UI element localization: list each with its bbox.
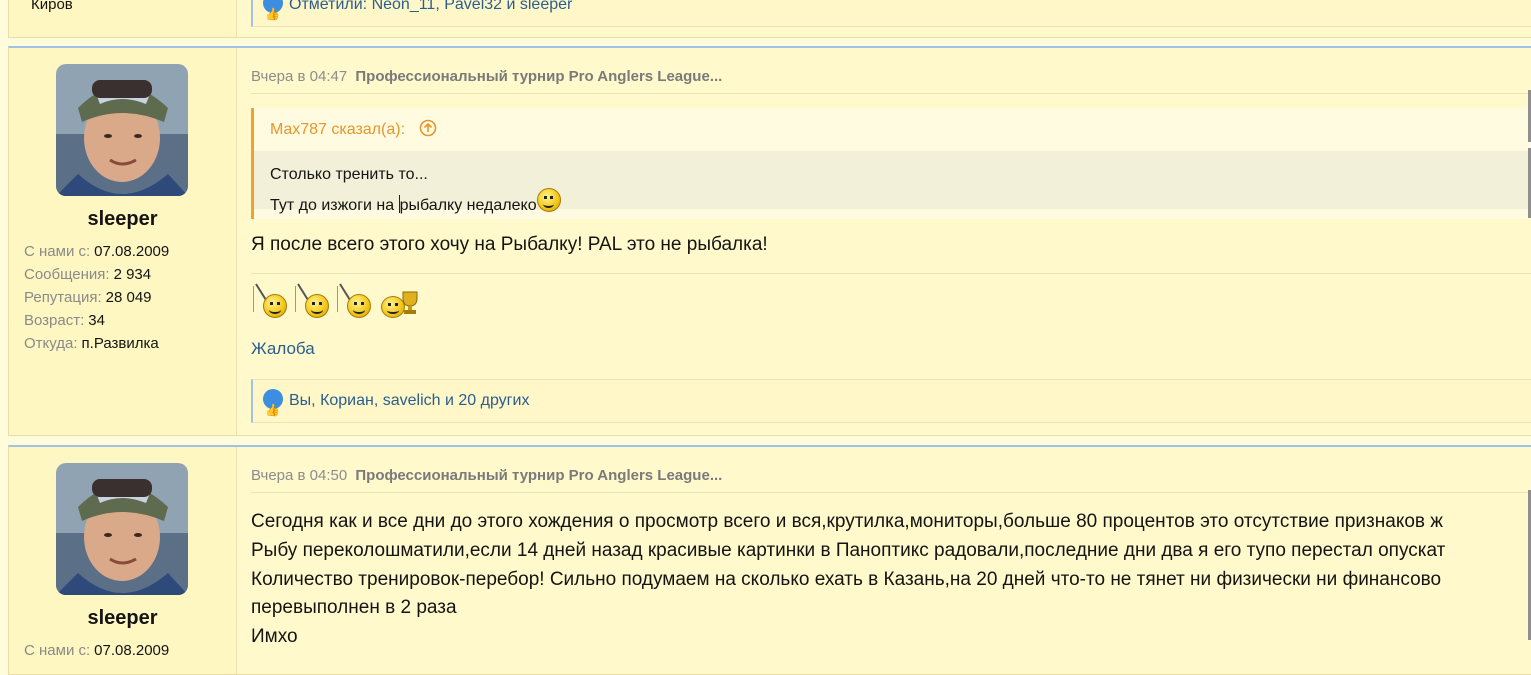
thread-link[interactable]: Профессиональный турнир Pro Anglers Leag…: [355, 68, 722, 85]
user-stats: С нами с: 07.08.2009: [24, 639, 169, 662]
quote-line-2: Тут до изжоги на рыбалку недалеко: [270, 188, 1531, 219]
user-stats: С нами с: 07.08.2009 Сообщения: 2 934 Репу…: [24, 240, 169, 355]
likes-bar[interactable]: Вы, Кориан, savelich и 20 других: [251, 379, 1531, 431]
avatar[interactable]: [56, 64, 188, 196]
post: sleeper С нами с: 07.08.2009 Сообщения: 2 …: [8, 46, 1531, 436]
quote-block: Max787 сказал(а): Столько тренить то... …: [251, 108, 1531, 219]
report-link[interactable]: Жалоба: [251, 339, 315, 359]
location-value: Киров: [31, 0, 73, 13]
post-header: Вчера в 04:47 Профессиональный турнир Pr…: [251, 68, 722, 85]
stat-reputation: Репутация: 28 049: [24, 289, 152, 306]
like-icon: [263, 389, 283, 431]
stat-joined: С нами с: 07.08.2009: [24, 243, 170, 260]
header-divider: [251, 492, 1531, 493]
previous-user-column: Киров: [9, 0, 237, 37]
header-divider: [251, 93, 1531, 94]
previous-likes-bar[interactable]: Отметили: Neon_11, Pavel32 и sleeper: [251, 0, 1531, 35]
user-column: sleeper С нами с: 07.08.2009: [9, 447, 237, 674]
message-line: Имхо: [251, 626, 298, 647]
message-line: перевыполнен в 2 раза: [251, 597, 457, 618]
fishing-smiley-icon: [251, 282, 291, 322]
previous-likes-text[interactable]: Отметили: Neon_11, Pavel32 и sleeper: [289, 0, 572, 13]
quote-author[interactable]: Max787 сказал(а):: [270, 121, 405, 138]
trophy-smiley-icon: [379, 282, 419, 322]
fishing-smiley-icon: [293, 282, 333, 322]
username[interactable]: sleeper: [9, 208, 236, 231]
message-line: Сегодня как и все дни до этого хождения …: [251, 511, 1443, 532]
post-time[interactable]: Вчера в 04:50: [251, 467, 347, 484]
thread-link[interactable]: Профессиональный турнир Pro Anglers Leag…: [355, 467, 722, 484]
like-icon: [263, 0, 283, 35]
fishing-smiley-icon: [335, 282, 375, 322]
avatar-image: [56, 463, 188, 595]
message-divider: [251, 273, 1531, 274]
post-time[interactable]: Вчера в 04:47: [251, 68, 347, 85]
avatar[interactable]: [56, 463, 188, 595]
previous-post: Киров Отметили: Neon_11, Pavel32 и sleep…: [8, 0, 1531, 38]
quote-line-1: Столько тренить то...: [270, 166, 428, 183]
fishing-smileys: [251, 282, 431, 322]
quote-header[interactable]: Max787 сказал(а):: [254, 108, 1531, 151]
message-text: Я после всего этого хочу на Рыбалку! PAL…: [251, 234, 768, 255]
stat-location: Откуда: п.Развилка: [24, 335, 159, 352]
quote-body: Столько тренить то... Тут до изжоги на р…: [254, 151, 1531, 214]
user-column: sleeper С нами с: 07.08.2009 Сообщения: 2 …: [9, 48, 237, 435]
stat-messages: Сообщения: 2 934: [24, 266, 152, 283]
smiley-icon: [536, 188, 561, 212]
username[interactable]: sleeper: [9, 607, 236, 630]
stat-age: Возраст: 34: [24, 312, 105, 329]
message-line: Рыбу переколошматили,если 14 дней назад …: [251, 540, 1446, 561]
likes-text[interactable]: Вы, Кориан, savelich и 20 других: [289, 392, 529, 409]
message-line: Количество тренировок-перебор! Сильно по…: [251, 569, 1442, 590]
stat-joined: С нами с: 07.08.2009: [24, 642, 170, 659]
post-header: Вчера в 04:50 Профессиональный турнир Pr…: [251, 467, 722, 484]
avatar-image: [56, 64, 188, 196]
post: sleeper С нами с: 07.08.2009 Вчера в 04:5…: [8, 445, 1531, 675]
arrow-up-circle-icon[interactable]: [419, 119, 437, 137]
